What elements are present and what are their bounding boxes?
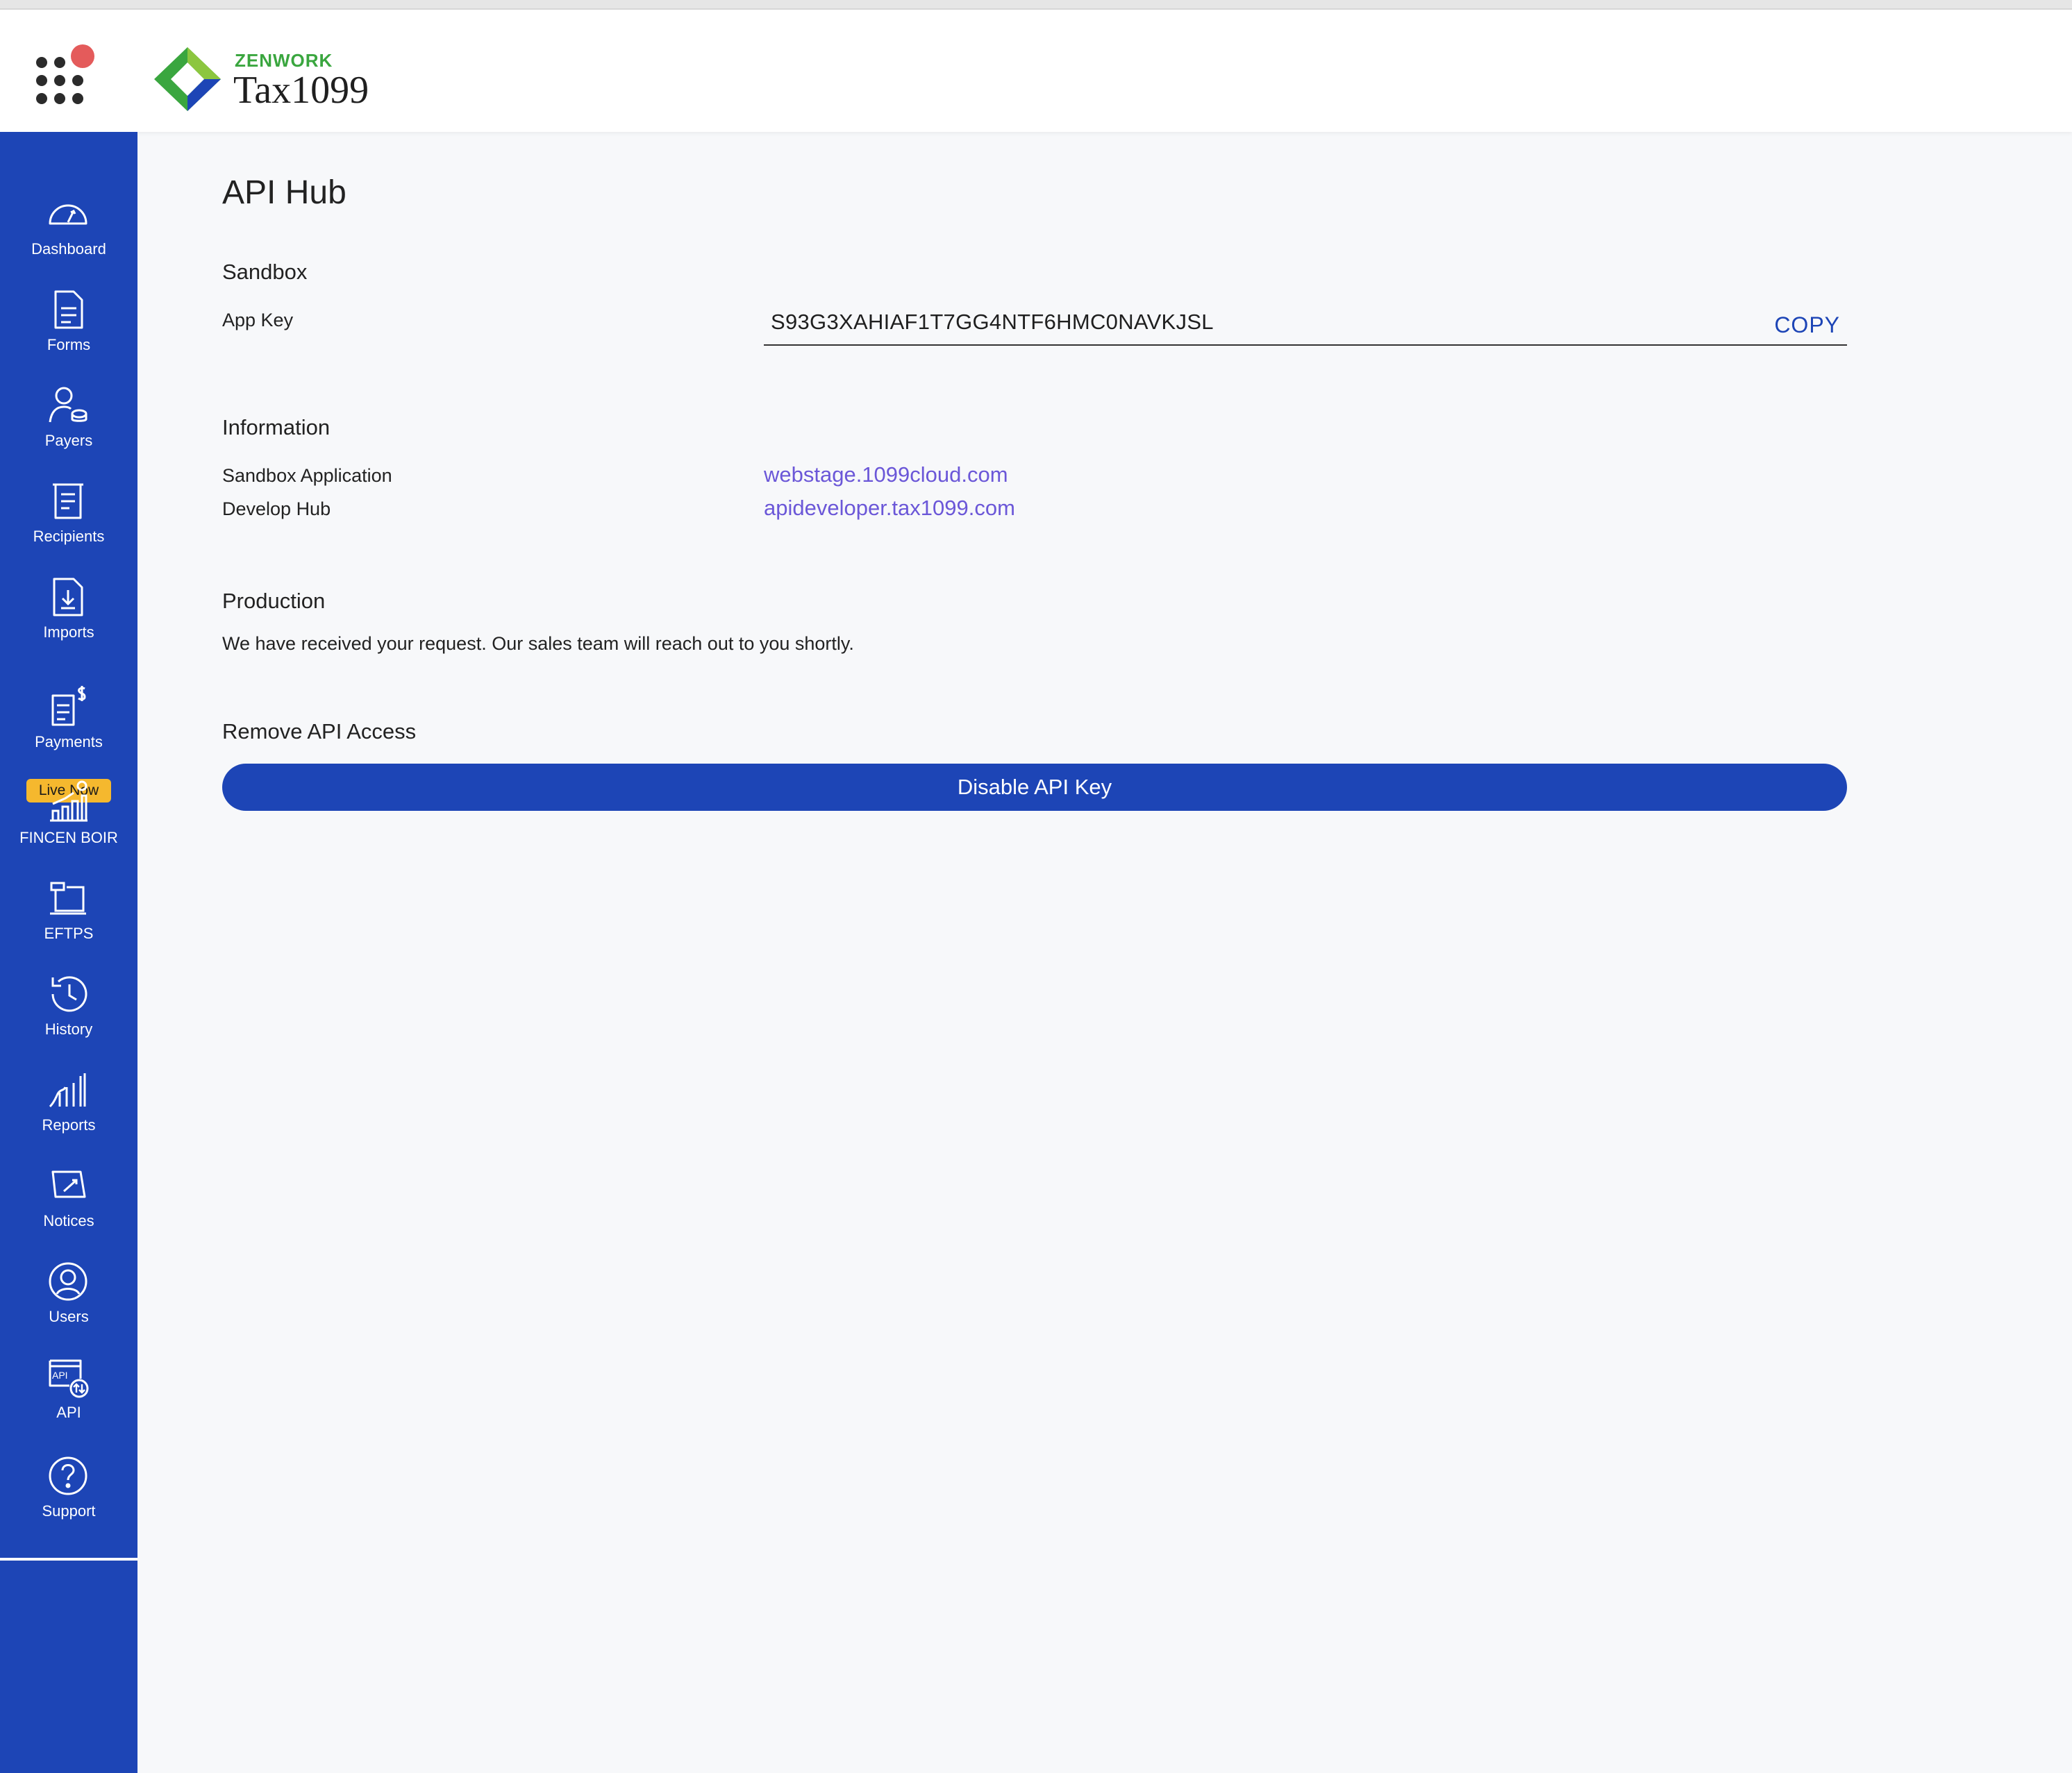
- sidebar-item-fincen-boir[interactable]: FINCEN BOIR: [0, 773, 137, 865]
- logo-product: Tax1099: [233, 69, 369, 112]
- sidebar-item-reports[interactable]: Reports: [0, 1061, 137, 1152]
- information-section-title: Information: [222, 415, 331, 439]
- sidebar-item-label: Payers: [44, 432, 93, 449]
- develop-hub-label: Develop Hub: [222, 498, 331, 519]
- sidebar-item-forms[interactable]: Forms: [0, 280, 137, 372]
- develop-hub-link[interactable]: apideveloper.tax1099.com: [764, 496, 1015, 521]
- app-key-label: App Key: [222, 310, 294, 330]
- app-key-field[interactable]: S93G3XAHIAF1T7GG4NTF6HMC0NAVKJSL COPY: [764, 297, 1847, 346]
- sidebar-item-label: Imports: [43, 623, 94, 641]
- logo-mark-icon: [154, 47, 221, 111]
- dashboard-gauge-icon: [49, 204, 87, 225]
- fincen-chart-icon: [50, 780, 87, 822]
- app-launcher-grid-icon[interactable]: [36, 44, 99, 107]
- sidebar-item-history[interactable]: History: [0, 965, 137, 1057]
- sidebar-item-label: Notices: [43, 1212, 94, 1229]
- browser-top-strip: [0, 0, 2072, 10]
- support-question-icon: [49, 1456, 87, 1495]
- sidebar-item-api[interactable]: API API: [0, 1348, 137, 1440]
- disable-api-key-button[interactable]: Disable API Key: [222, 764, 1847, 811]
- remove-api-access-title: Remove API Access: [222, 719, 417, 743]
- sandbox-application-link[interactable]: webstage.1099cloud.com: [764, 462, 1008, 487]
- sidebar-item-payments[interactable]: Payments: [0, 678, 137, 769]
- tax1099-logo[interactable]: ZENWORK Tax1099: [153, 37, 431, 114]
- payments-dollar-icon: [51, 686, 86, 726]
- main-content: API Hub Sandbox App Key S93G3XAHIAF1T7GG…: [137, 132, 2072, 1773]
- sidebar-item-label: Payments: [35, 733, 103, 750]
- import-download-icon: [53, 578, 83, 616]
- history-clock-icon: [51, 976, 87, 1012]
- sidebar-item-label: History: [44, 1020, 93, 1038]
- users-icon: [49, 1262, 87, 1301]
- app-key-value[interactable]: S93G3XAHIAF1T7GG4NTF6HMC0NAVKJSL: [771, 310, 1214, 335]
- sidebar-item-label: Forms: [47, 336, 91, 353]
- sidebar-item-recipients[interactable]: Recipients: [0, 472, 137, 564]
- sidebar-nav: Dashboard Forms Payers Recipients Import…: [0, 132, 137, 1773]
- sidebar-item-label: FINCEN BOIR: [19, 829, 118, 846]
- sidebar-item-eftps[interactable]: EFTPS: [0, 869, 137, 961]
- sidebar-item-payers[interactable]: Payers: [0, 376, 137, 468]
- page-title: API Hub: [222, 174, 346, 211]
- sidebar-item-label: Reports: [42, 1116, 96, 1134]
- sidebar-item-dashboard[interactable]: Dashboard: [0, 185, 137, 276]
- sandbox-section-title: Sandbox: [222, 260, 308, 284]
- production-message: We have received your request. Our sales…: [222, 633, 854, 654]
- api-icon: API: [49, 1359, 89, 1398]
- copy-button[interactable]: COPY: [1774, 312, 1840, 338]
- sidebar-divider: [0, 1558, 137, 1561]
- svg-text:API: API: [52, 1370, 68, 1381]
- sidebar-item-imports[interactable]: Imports: [0, 568, 137, 659]
- reports-chart-icon: [49, 1073, 86, 1108]
- sidebar-item-users[interactable]: Users: [0, 1252, 137, 1344]
- production-section-title: Production: [222, 589, 326, 613]
- sidebar-item-notices[interactable]: Notices: [0, 1157, 137, 1248]
- sandbox-application-label: Sandbox Application: [222, 465, 392, 486]
- sidebar-item-support[interactable]: Support: [0, 1447, 137, 1538]
- eftps-terminal-icon: [50, 882, 86, 915]
- notification-dot: [71, 44, 94, 68]
- sidebar-item-label: API: [56, 1404, 81, 1421]
- notices-icon: [51, 1170, 86, 1198]
- receipt-icon: [53, 483, 83, 519]
- sidebar-item-label: Users: [49, 1308, 89, 1325]
- sidebar-item-label: Dashboard: [31, 240, 106, 258]
- sidebar-item-label: Support: [42, 1502, 96, 1520]
- sidebar-item-label: Recipients: [33, 528, 105, 545]
- sidebar-item-label: EFTPS: [44, 925, 94, 942]
- document-icon: [54, 290, 83, 329]
- app-header: ZENWORK Tax1099: [0, 10, 2072, 132]
- payer-user-coins-icon: [49, 387, 87, 423]
